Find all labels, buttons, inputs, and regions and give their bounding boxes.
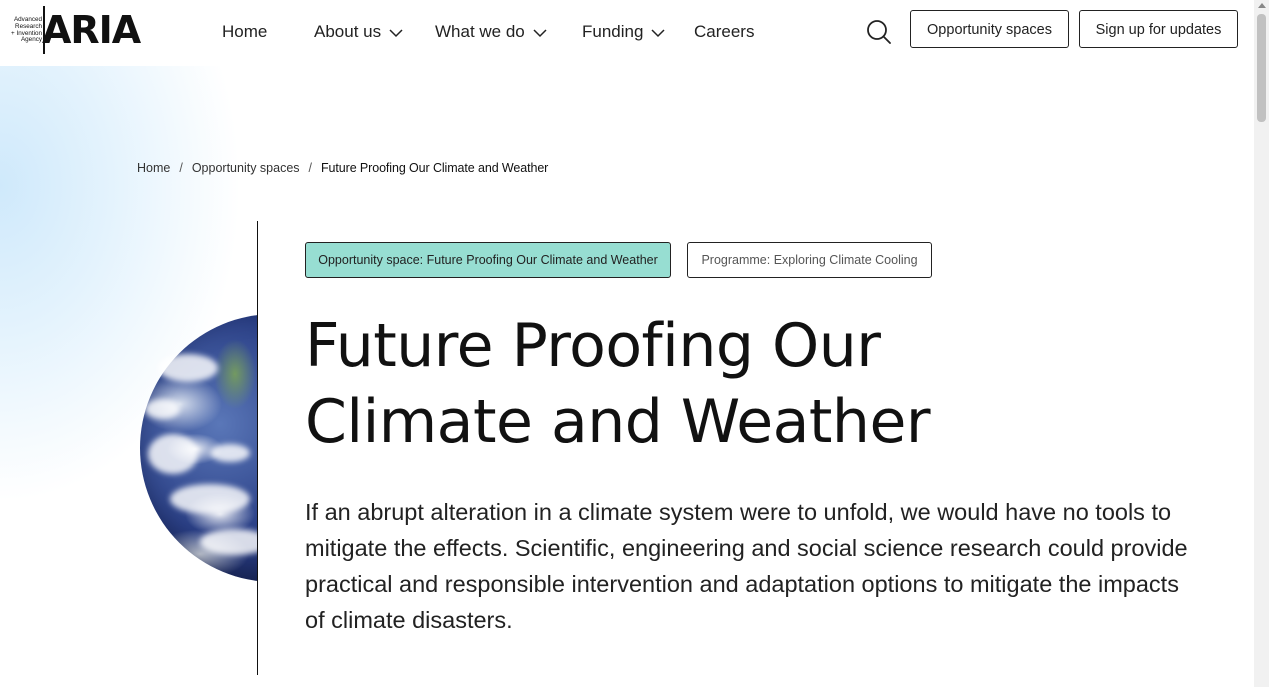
search-button[interactable] bbox=[864, 17, 894, 47]
nav-item-about-us[interactable]: About us bbox=[314, 20, 403, 44]
chevron-down-icon bbox=[389, 28, 403, 37]
nav-item-label: Home bbox=[222, 22, 268, 41]
breadcrumb-home[interactable]: Home bbox=[137, 161, 170, 175]
nav-item-label: Careers bbox=[694, 22, 755, 41]
page-title-line-2: Climate and Weather bbox=[305, 387, 931, 457]
earth-image bbox=[120, 300, 257, 600]
nav-item-funding[interactable]: Funding bbox=[582, 20, 665, 44]
page: Advanced Research + Invention Agency ARI… bbox=[0, 0, 1254, 687]
scrollbar-thumb[interactable] bbox=[1257, 14, 1266, 122]
intro-paragraph: If an abrupt alteration in a climate sys… bbox=[305, 499, 1188, 633]
sign-up-button[interactable]: Sign up for updates bbox=[1079, 10, 1238, 48]
site-header: Advanced Research + Invention Agency ARI… bbox=[0, 0, 1254, 66]
page-title-line-1: Future Proofing Our bbox=[305, 311, 881, 381]
programme-tag[interactable]: Programme: Exploring Climate Cooling bbox=[687, 242, 932, 278]
earth-globe bbox=[140, 314, 257, 582]
nav-item-home[interactable]: Home bbox=[222, 20, 267, 44]
nav-item-label: What we do bbox=[435, 22, 525, 41]
aria-logo[interactable]: Advanced Research + Invention Agency ARI… bbox=[4, 6, 141, 56]
search-icon bbox=[867, 20, 891, 44]
nav-item-label: Funding bbox=[582, 22, 644, 41]
scrollbar[interactable] bbox=[1254, 0, 1269, 687]
breadcrumb-current: Future Proofing Our Climate and Weather bbox=[321, 161, 549, 175]
breadcrumb-opportunity-spaces[interactable]: Opportunity spaces bbox=[192, 161, 300, 175]
nav-item-what-we-do[interactable]: What we do bbox=[435, 20, 547, 44]
breadcrumb-separator: / bbox=[308, 161, 313, 175]
opportunity-space-tag[interactable]: Opportunity space: Future Proofing Our C… bbox=[305, 242, 671, 278]
opportunity-spaces-button[interactable]: Opportunity spaces bbox=[910, 10, 1069, 48]
scroll-up-arrow-icon[interactable] bbox=[1258, 3, 1266, 8]
logo-agency-name: Advanced Research + Invention Agency bbox=[11, 16, 42, 44]
nav-item-label: About us bbox=[314, 22, 382, 41]
chevron-down-icon bbox=[651, 28, 665, 37]
vertical-divider bbox=[257, 221, 258, 675]
chevron-down-icon bbox=[533, 28, 547, 37]
logo-wordmark: ARIA bbox=[42, 8, 141, 52]
nav-item-careers[interactable]: Careers bbox=[694, 20, 754, 44]
breadcrumb-separator: / bbox=[179, 161, 183, 175]
page-title: Future Proofing Our Climate and Weather bbox=[305, 308, 1005, 460]
breadcrumb: Home / Opportunity spaces / Future Proofing … bbox=[137, 159, 548, 177]
